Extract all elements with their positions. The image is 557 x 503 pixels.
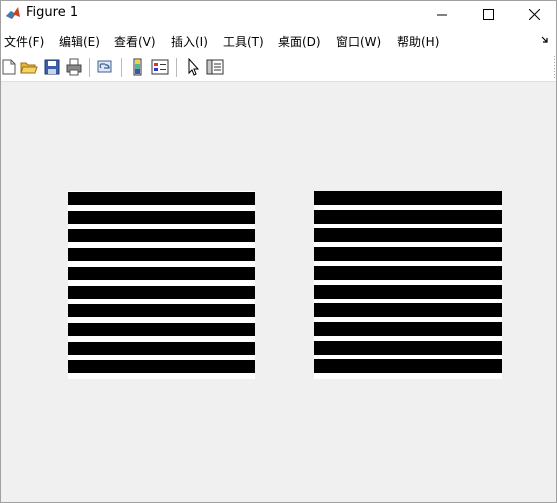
title-bar[interactable]: Figure 1 — [1, 1, 556, 27]
toolbar-gripper-icon — [554, 56, 555, 79]
save-icon[interactable] — [43, 58, 61, 76]
maximize-button[interactable] — [465, 1, 511, 27]
figure-canvas[interactable] — [1, 82, 556, 502]
insert-legend-icon[interactable] — [151, 58, 169, 76]
image-stripe — [314, 284, 502, 299]
toolbar-separator — [176, 58, 177, 77]
image-stripe — [314, 321, 502, 336]
menu-view[interactable]: 查看(V) — [114, 33, 156, 50]
image-stripe — [68, 360, 255, 374]
menu-insert[interactable]: 插入(I) — [171, 33, 208, 50]
image-stripe — [68, 285, 255, 299]
image-stripe — [314, 247, 502, 262]
image-stripe — [314, 359, 502, 374]
image-stripe — [68, 322, 255, 336]
menu-help[interactable]: 帮助(H) — [397, 33, 439, 50]
stripe-image-left[interactable] — [68, 191, 255, 379]
image-stripe — [68, 341, 255, 355]
edit-plot-icon[interactable] — [185, 58, 203, 76]
figure-toolbar — [1, 54, 556, 82]
figure-window: Figure 1 文件(F) 编辑(E) 查看(V) 插入(I) 工具(T) 桌… — [0, 0, 557, 503]
minimize-icon — [436, 14, 447, 15]
image-stripe — [314, 340, 502, 355]
image-stripe — [68, 304, 255, 318]
image-stripe — [68, 266, 255, 280]
image-stripe — [314, 303, 502, 318]
toolbar-separator — [89, 58, 90, 77]
property-editor-icon[interactable] — [206, 58, 224, 76]
menu-bar: 文件(F) 编辑(E) 查看(V) 插入(I) 工具(T) 桌面(D) 窗口(W… — [1, 28, 556, 53]
image-stripe — [314, 228, 502, 243]
image-stripe — [68, 229, 255, 243]
stripe-image-right[interactable] — [314, 191, 502, 379]
link-figure-icon[interactable] — [96, 58, 114, 76]
menu-tools[interactable]: 工具(T) — [223, 33, 264, 50]
insert-colorbar-icon[interactable] — [129, 58, 147, 76]
toolbar-separator — [121, 58, 122, 77]
image-stripe — [68, 248, 255, 262]
menu-desktop[interactable]: 桌面(D) — [278, 33, 321, 50]
new-figure-icon[interactable] — [1, 58, 19, 76]
close-icon — [528, 8, 540, 20]
maximize-icon — [482, 8, 494, 20]
matlab-icon — [6, 7, 20, 19]
open-file-icon[interactable] — [20, 58, 38, 76]
image-stripe — [314, 209, 502, 224]
menu-window[interactable]: 窗口(W) — [336, 33, 381, 50]
window-title: Figure 1 — [26, 5, 79, 20]
image-stripe — [68, 210, 255, 224]
menu-file[interactable]: 文件(F) — [4, 33, 44, 50]
image-stripe — [314, 191, 502, 205]
image-stripe — [314, 265, 502, 280]
minimize-button[interactable] — [419, 1, 465, 27]
print-icon[interactable] — [65, 58, 83, 76]
close-button[interactable] — [511, 1, 557, 27]
image-stripe — [68, 192, 255, 205]
menu-edit[interactable]: 编辑(E) — [59, 33, 100, 50]
dock-arrow-icon[interactable] — [540, 35, 550, 45]
